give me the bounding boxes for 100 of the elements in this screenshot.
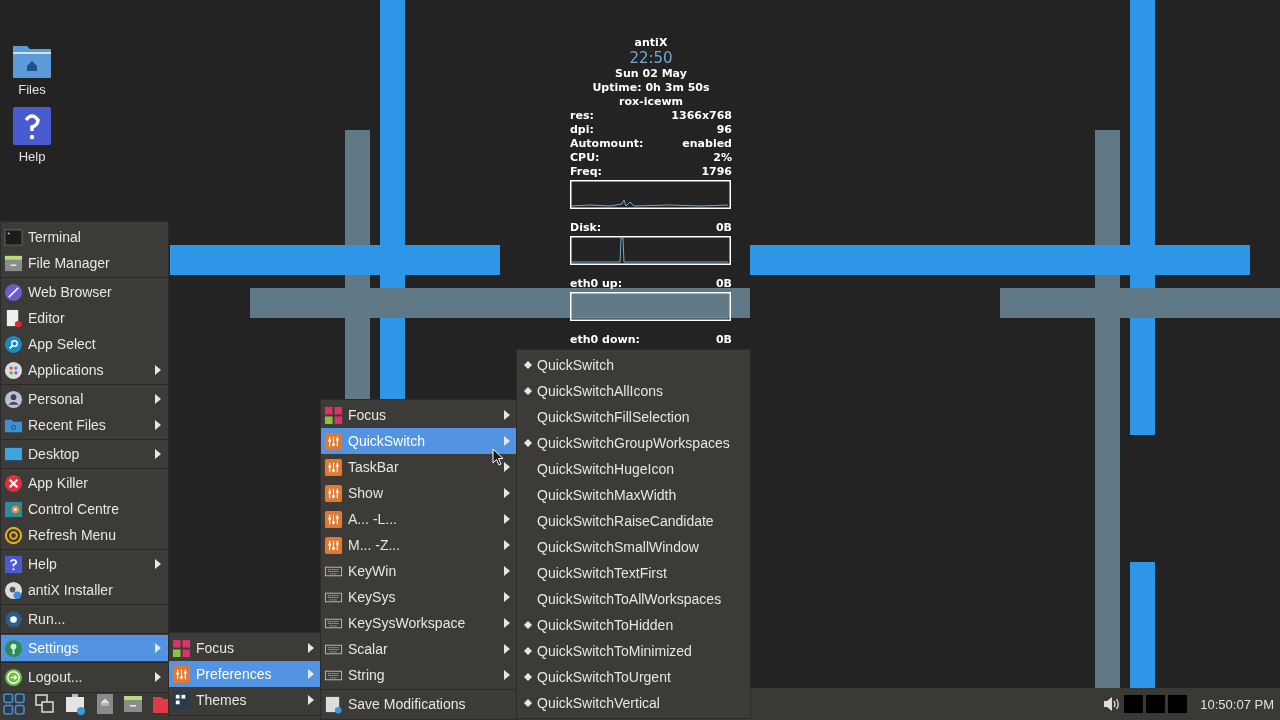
menu-item[interactable]: Editor (1, 305, 168, 331)
submenu-arrow-icon (504, 592, 510, 602)
menu-item[interactable]: String (321, 662, 517, 688)
clock[interactable]: 10:50:07 PM (1200, 696, 1274, 712)
menu-item[interactable]: QuickSwitchGroupWorkspaces (517, 430, 750, 456)
menu-item[interactable]: App Select (1, 331, 168, 357)
menu-item[interactable]: Recent Files (1, 412, 168, 438)
menu-item[interactable]: Control Centre (1, 496, 168, 522)
diamond-icon (524, 673, 532, 681)
menu-item[interactable]: QuickSwitchSmallWindow (517, 534, 750, 560)
menu-item[interactable]: QuickSwitchHugeIcon (517, 456, 750, 482)
compass-icon (4, 282, 23, 302)
grid-icon[interactable] (3, 693, 25, 715)
menu-item[interactable]: KeyWin (321, 558, 517, 584)
menu-item[interactable]: Run... (1, 606, 168, 632)
menu-item[interactable]: QuickSwitchToMinimized (517, 638, 750, 664)
menu-item[interactable]: Terminal (1, 224, 168, 250)
menu-item[interactable]: Logout... (1, 664, 168, 690)
stat-label: Automount: (570, 137, 644, 151)
submenu-arrow-icon (504, 540, 510, 550)
help-icon[interactable] (13, 107, 51, 145)
menu-item[interactable]: Desktop (1, 441, 168, 467)
menu-item[interactable]: Applications (1, 357, 168, 383)
menu-item[interactable]: KeySys (321, 584, 517, 610)
uptime-text: Uptime: 0h 3m 50s (591, 81, 711, 95)
stat-label: res: (570, 109, 594, 123)
diamond-icon (524, 387, 532, 395)
eject-icon[interactable] (97, 694, 113, 714)
grid-icon (172, 638, 191, 658)
menu-item[interactable]: QuickSwitchMaxWidth (517, 482, 750, 508)
menu-item[interactable]: QuickSwitchTextFirst (517, 560, 750, 586)
hostname: antiX (633, 36, 669, 50)
submenu-arrow-icon (504, 618, 510, 628)
menu-item[interactable]: QuickSwitchAllIcons (517, 378, 750, 404)
gear-icon (4, 609, 23, 629)
submenu-arrow-icon (308, 643, 314, 653)
menu-item[interactable]: A... -L... (321, 506, 517, 532)
menu-item[interactable]: QuickSwitchRaiseCandidate (517, 508, 750, 534)
drawer-icon[interactable] (123, 694, 143, 714)
menu-item[interactable]: QuickSwitchVertical (517, 690, 750, 716)
submenu-arrow-icon (155, 394, 161, 404)
drawer-icon (4, 253, 23, 273)
stat-label: Disk: (570, 221, 602, 235)
menu-item[interactable]: QuickSwitchToUrgent (517, 664, 750, 690)
diamond-icon (524, 439, 532, 447)
menu-item[interactable]: Help (1, 551, 168, 577)
terminal-icon (4, 227, 23, 247)
menu-item[interactable]: Personal (1, 386, 168, 412)
submenu-arrow-icon (504, 644, 510, 654)
stat-value: 0B (715, 277, 732, 291)
sliders-icon (324, 535, 343, 555)
user-icon (4, 389, 23, 409)
menu-item[interactable]: Scalar (321, 636, 517, 662)
sliders-icon (324, 431, 343, 451)
stat-value: enabled (682, 137, 732, 151)
clock-time: 22:50 (628, 50, 674, 67)
menu-item[interactable]: QuickSwitchFillSelection (517, 404, 750, 430)
menu-item[interactable]: Refresh Menu (1, 522, 168, 548)
menu-item[interactable]: QuickSwitchToHidden (517, 612, 750, 638)
refresh-icon (4, 525, 23, 545)
menu-item[interactable]: M... -Z... (321, 532, 517, 558)
sliders-icon (172, 664, 191, 684)
stat-label: dpi: (570, 123, 594, 137)
submenu-arrow-icon (504, 410, 510, 420)
menu-item[interactable]: Show (321, 480, 517, 506)
stat-label: eth0 up: (570, 277, 623, 291)
submenu-arrow-icon (504, 462, 510, 472)
date-text: Sun 02 May (614, 67, 688, 81)
menu-item[interactable]: App Killer (1, 470, 168, 496)
menu-item[interactable]: Save Modifications (321, 691, 517, 717)
menu-item[interactable]: antiX Installer (1, 577, 168, 603)
logout-icon (4, 667, 23, 687)
desktop-icon-label[interactable]: Help (18, 149, 46, 164)
grid-icon (172, 690, 191, 710)
control-panel-icon (4, 499, 23, 519)
menu-item[interactable]: Web Browser (1, 279, 168, 305)
submenu-arrow-icon (504, 670, 510, 680)
submenu-arrow-icon (155, 365, 161, 375)
menu-item[interactable]: Focus (321, 402, 517, 428)
submenu-arrow-icon (155, 672, 161, 682)
mouse-pointer-icon (492, 448, 504, 466)
windows-icon[interactable] (35, 694, 55, 714)
desktop-icon-label[interactable]: Files (18, 82, 46, 97)
menu-item[interactable]: QuickSwitchToAllWorkspaces (517, 586, 750, 612)
speaker-icon[interactable] (1103, 696, 1122, 712)
menu-item[interactable]: Themes (169, 687, 321, 713)
search-icon (4, 334, 23, 354)
menu-item[interactable]: KeySysWorkspace (321, 610, 517, 636)
briefcase-icon[interactable] (65, 693, 87, 715)
menu-item[interactable]: Focus (169, 635, 321, 661)
stat-value: 1796 (701, 165, 732, 179)
stat-value: 0B (715, 221, 732, 235)
diamond-icon (524, 699, 532, 707)
diamond-icon (524, 621, 532, 629)
folder-icon[interactable] (13, 44, 51, 78)
stat-label: eth0 down: (570, 333, 640, 347)
menu-item[interactable]: File Manager (1, 250, 168, 276)
diamond-icon (524, 647, 532, 655)
save-icon (324, 694, 343, 714)
menu-item[interactable]: QuickSwitch (517, 352, 750, 378)
